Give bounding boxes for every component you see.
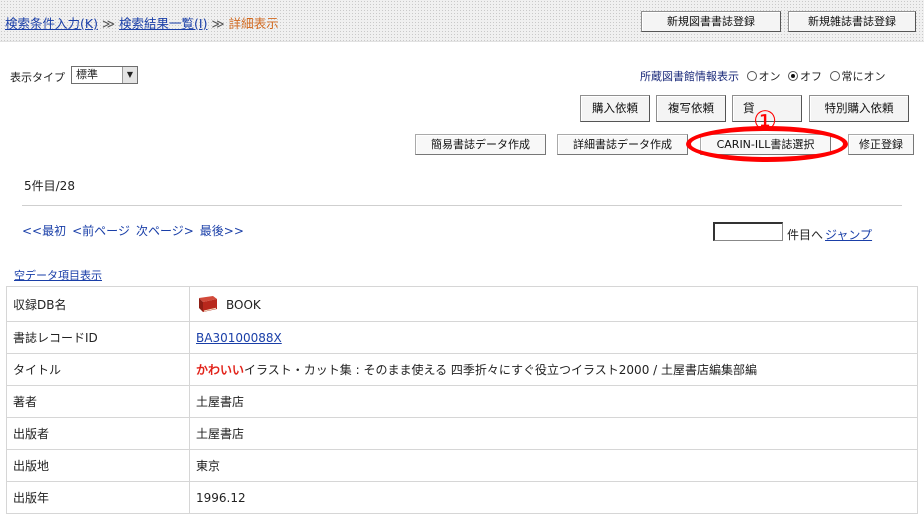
special-purchase-request-button[interactable]: 特別購入依頼 <box>809 95 909 122</box>
top-bar: 検索条件入力(K) ≫ 検索結果一覧(I) ≫ 詳細表示 新規図書書誌登録 新規雑誌書誌… <box>0 0 924 42</box>
field-key: 出版地 <box>6 449 190 482</box>
field-value: 1996.12 <box>189 481 918 514</box>
field-key: 著者 <box>6 385 190 418</box>
carin-ill-record-select-button[interactable]: CARIN-ILL書誌選択 <box>700 134 831 155</box>
copy-request-button[interactable]: 複写依頼 <box>656 95 726 122</box>
db-name-value: BOOK <box>226 298 261 312</box>
radio-holdings-always-on[interactable] <box>829 71 840 81</box>
title-rest: イラスト・カット集 : そのまま使える 四季折々にすぐ役立つイラスト2000 /… <box>244 363 757 377</box>
table-row: 著者 土屋書店 <box>6 385 918 418</box>
purchase-request-button[interactable]: 購入依頼 <box>580 95 650 122</box>
breadcrumb-separator: ≫ <box>101 16 116 31</box>
simple-record-create-button[interactable]: 簡易書誌データ作成 <box>415 134 546 155</box>
breadcrumb-result-list-link[interactable]: 検索結果一覧(I) <box>119 16 207 31</box>
title-highlight: かわいい <box>196 363 245 377</box>
radio-holdings-off[interactable] <box>788 71 798 81</box>
field-key: タイトル <box>6 353 190 386</box>
new-book-record-button[interactable]: 新規図書書誌登録 <box>641 11 781 32</box>
field-key: 出版年 <box>6 481 190 514</box>
jump-page-input[interactable] <box>713 222 783 241</box>
table-row: 出版者 土屋書店 <box>6 417 918 450</box>
pager: <<最初 <前ページ 次ページ> 最後>> <box>22 222 250 239</box>
table-row: タイトル かわいいイラスト・カット集 : そのまま使える 四季折々にすぐ役立つイ… <box>6 353 918 386</box>
display-type-label: 表示タイプ <box>10 71 65 84</box>
field-key: 収録DB名 <box>6 286 190 322</box>
field-key: 出版者 <box>6 417 190 450</box>
fix-register-button[interactable]: 修正登録 <box>848 134 914 155</box>
radio-holdings-on[interactable] <box>746 71 757 81</box>
holdings-display-label: 所蔵図書館情報表示 <box>640 70 739 83</box>
radio-label-always-on: 常にオン <box>841 70 886 83</box>
divider <box>22 205 902 206</box>
new-magazine-record-button[interactable]: 新規雑誌書誌登録 <box>788 11 916 32</box>
table-row: 出版年 1996.12 <box>6 481 918 514</box>
record-count: 5件目/28 <box>24 179 75 193</box>
radio-label-off: オフ <box>800 70 822 83</box>
table-row: 書誌レコードID BA30100088X <box>6 321 918 354</box>
chevron-down-icon: ▼ <box>122 67 137 83</box>
record-detail-table: 収録DB名 BOOK 書誌レコードID BA30100088X タイトル かわい… <box>6 286 918 514</box>
pager-next-link[interactable]: 次ページ> <box>136 224 194 238</box>
pager-prev-link[interactable]: <前ページ <box>72 224 130 238</box>
table-row: 出版地 東京 <box>6 449 918 482</box>
record-id-link[interactable]: BA30100088X <box>196 331 282 345</box>
field-key: 書誌レコードID <box>6 321 190 354</box>
breadcrumb-separator: ≫ <box>211 16 225 31</box>
field-value: BA30100088X <box>189 321 918 354</box>
show-empty-items-link[interactable]: 空データ項目表示 <box>14 267 102 283</box>
radio-label-on: オン <box>758 70 781 83</box>
pager-first-link[interactable]: <<最初 <box>22 224 66 238</box>
display-type-value: 標準 <box>76 68 98 81</box>
breadcrumb-search-input-link[interactable]: 検索条件入力(K) <box>5 16 98 31</box>
field-value: 土屋書店 <box>189 385 918 418</box>
pager-last-link[interactable]: 最後>> <box>200 224 244 238</box>
jump-label: 件目へ ジャンプ <box>787 226 872 243</box>
jump-link[interactable]: ジャンプ <box>825 228 872 242</box>
field-value: 土屋書店 <box>189 417 918 450</box>
jump-suffix: 件目へ <box>787 228 824 242</box>
field-value: 東京 <box>189 449 918 482</box>
table-row: 収録DB名 BOOK <box>6 286 918 322</box>
breadcrumb-current: 詳細表示 <box>228 16 279 31</box>
book-icon <box>199 296 217 312</box>
breadcrumb: 検索条件入力(K) ≫ 検索結果一覧(I) ≫ 詳細表示 <box>5 13 279 32</box>
annotation-number: ① <box>753 106 778 137</box>
display-type-select[interactable]: 標準 ▼ <box>71 66 138 84</box>
holdings-display: 所蔵図書館情報表示 オン オフ 常にオン <box>640 68 886 84</box>
field-value: BOOK <box>189 286 918 322</box>
detail-record-create-button[interactable]: 詳細書誌データ作成 <box>557 134 688 155</box>
field-value: かわいいイラスト・カット集 : そのまま使える 四季折々にすぐ役立つイラスト20… <box>189 353 918 386</box>
